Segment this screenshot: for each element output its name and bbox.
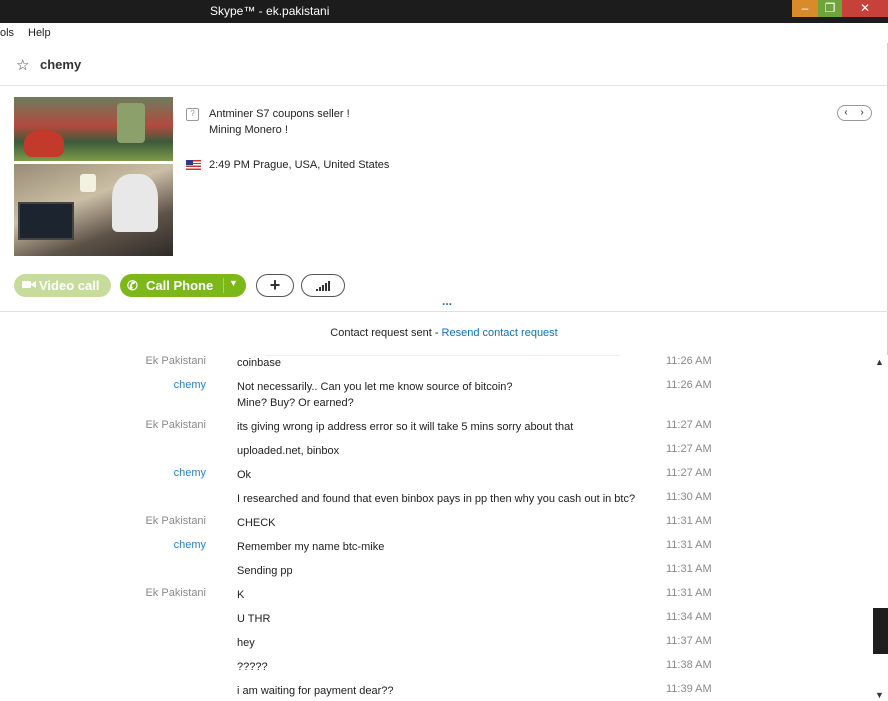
chat-message: Sending pp 11:31 AM xyxy=(0,563,872,579)
message-time: 11:31 AM xyxy=(666,587,712,599)
title-bar: Skype™ - ek.pakistani – ❐ ✕ xyxy=(0,0,888,23)
message-text: i am waiting for payment dear?? xyxy=(237,685,394,697)
local-time-location: 2:49 PM Prague, USA, United States xyxy=(209,159,390,171)
message-text: U THR xyxy=(237,613,271,625)
message-sender[interactable]: Ek Pakistani xyxy=(145,419,206,431)
prev-photo-icon[interactable]: ‹ xyxy=(838,106,854,119)
message-text: K xyxy=(237,589,245,601)
phone-icon: ✆ xyxy=(127,278,138,293)
photo-figure xyxy=(24,129,64,157)
chat-message: Ek Pakistani CHECK 11:31 AM xyxy=(0,515,872,531)
message-time: 11:39 AM xyxy=(666,683,712,695)
profile-panel: ? Antminer S7 coupons seller ! Mining Mo… xyxy=(0,86,888,312)
call-quality-button[interactable] xyxy=(301,274,345,297)
photo-figure xyxy=(117,103,145,143)
chat-history: Ek Pakistani coinbase 11:26 AM chemy Not… xyxy=(0,355,872,701)
next-photo-icon[interactable]: › xyxy=(854,106,870,119)
chat-message: uploaded.net, binbox 11:27 AM xyxy=(0,443,872,459)
message-text: Sending pp xyxy=(237,565,293,577)
message-sender[interactable]: Ek Pakistani xyxy=(145,587,206,599)
message-text: uploaded.net, binbox xyxy=(237,445,340,457)
photo-object xyxy=(18,202,74,240)
message-sender[interactable]: chemy xyxy=(174,379,206,391)
message-time: 11:27 AM xyxy=(666,443,712,455)
us-flag-icon xyxy=(186,160,201,170)
window-title: Skype™ - ek.pakistani xyxy=(210,4,330,18)
message-text: Not necessarily.. Can you let me know so… xyxy=(237,381,513,393)
message-sender[interactable]: chemy xyxy=(174,539,206,551)
video-call-label: Video call xyxy=(39,278,100,293)
message-text: Remember my name btc-mike xyxy=(237,541,385,553)
message-sender[interactable]: chemy xyxy=(174,467,206,479)
chat-message: I researched and found that even binbox … xyxy=(0,491,872,507)
chat-message: U THR 11:34 AM xyxy=(0,611,872,627)
profile-photo-2[interactable] xyxy=(14,164,173,256)
contact-request-text: Contact request sent - xyxy=(330,327,442,339)
scroll-thumb[interactable] xyxy=(873,608,888,654)
favorite-star-icon[interactable]: ☆ xyxy=(16,56,29,74)
message-text: coinbase xyxy=(237,357,282,369)
maximize-button[interactable]: ❐ xyxy=(818,0,842,17)
scroll-down-icon[interactable]: ▼ xyxy=(875,690,884,700)
message-time: 11:26 AM xyxy=(666,355,712,367)
contact-header: ☆ chemy xyxy=(0,43,888,86)
chat-message: chemy Remember my name btc-mike 11:31 AM xyxy=(0,539,872,555)
scroll-up-icon[interactable]: ▲ xyxy=(875,357,884,367)
chat-message: hey 11:37 AM xyxy=(0,635,872,651)
message-time: 11:27 AM xyxy=(666,467,712,479)
photo-object xyxy=(80,174,96,192)
call-phone-button[interactable]: ✆ Call Phone ▼ xyxy=(120,274,246,297)
photo-nav: ‹ › xyxy=(837,105,872,121)
contact-request-notice: Contact request sent - Resend contact re… xyxy=(0,327,888,339)
close-button[interactable]: ✕ xyxy=(842,0,888,17)
message-text: Ok xyxy=(237,469,252,481)
resize-handle[interactable]: ... xyxy=(442,294,452,308)
chat-message: ????? 11:38 AM xyxy=(0,659,872,675)
minimize-button[interactable]: – xyxy=(792,0,818,17)
message-text: ????? xyxy=(237,661,268,673)
video-call-button[interactable]: Video call xyxy=(14,274,111,297)
menu-tools[interactable]: ols xyxy=(0,27,14,39)
call-phone-label: Call Phone xyxy=(146,278,214,293)
menu-bar: ols Help xyxy=(0,24,888,43)
message-time: 11:26 AM xyxy=(666,379,712,391)
chat-message: chemy Ok 11:27 AM xyxy=(0,467,872,483)
message-time: 11:31 AM xyxy=(666,515,712,527)
message-text-line2: Mine? Buy? Or earned? xyxy=(237,397,354,409)
chat-message: Ek Pakistani its giving wrong ip address… xyxy=(0,419,872,435)
chat-scrollbar[interactable]: ▲ ▼ xyxy=(872,355,888,701)
chat-message: Ek Pakistani coinbase 11:26 AM xyxy=(0,355,872,371)
message-time: 11:31 AM xyxy=(666,539,712,551)
message-text: CHECK xyxy=(237,517,276,529)
photo-figure xyxy=(112,174,158,232)
chevron-down-icon[interactable]: ▼ xyxy=(229,278,238,288)
mood-message-line1: Antminer S7 coupons seller ! xyxy=(209,108,350,120)
message-text: hey xyxy=(237,637,255,649)
menu-help[interactable]: Help xyxy=(28,27,51,39)
message-time: 11:34 AM xyxy=(666,611,712,623)
message-time: 11:38 AM xyxy=(666,659,712,671)
chat-message: Ek Pakistani K 11:31 AM xyxy=(0,587,872,603)
contact-name: chemy xyxy=(40,57,82,72)
video-camera-icon xyxy=(22,281,36,288)
chat-message: chemy Not necessarily.. Can you let me k… xyxy=(0,379,872,411)
profile-photo-1[interactable] xyxy=(14,97,173,161)
resend-request-link[interactable]: Resend contact request xyxy=(442,327,558,339)
button-separator xyxy=(223,278,224,293)
message-time: 11:37 AM xyxy=(666,635,712,647)
mood-message-line2: Mining Monero ! xyxy=(209,124,288,136)
message-text: its giving wrong ip address error so it … xyxy=(237,421,574,433)
message-time: 11:30 AM xyxy=(666,491,712,503)
chat-message: i am waiting for payment dear?? 11:39 AM xyxy=(0,683,872,699)
message-time: 11:31 AM xyxy=(666,563,712,575)
message-time: 11:27 AM xyxy=(666,419,712,431)
mood-message-icon: ? xyxy=(186,108,199,121)
add-button[interactable]: + xyxy=(256,274,294,297)
message-sender[interactable]: Ek Pakistani xyxy=(145,515,206,527)
message-sender[interactable]: Ek Pakistani xyxy=(145,355,206,367)
message-text: I researched and found that even binbox … xyxy=(237,493,636,505)
